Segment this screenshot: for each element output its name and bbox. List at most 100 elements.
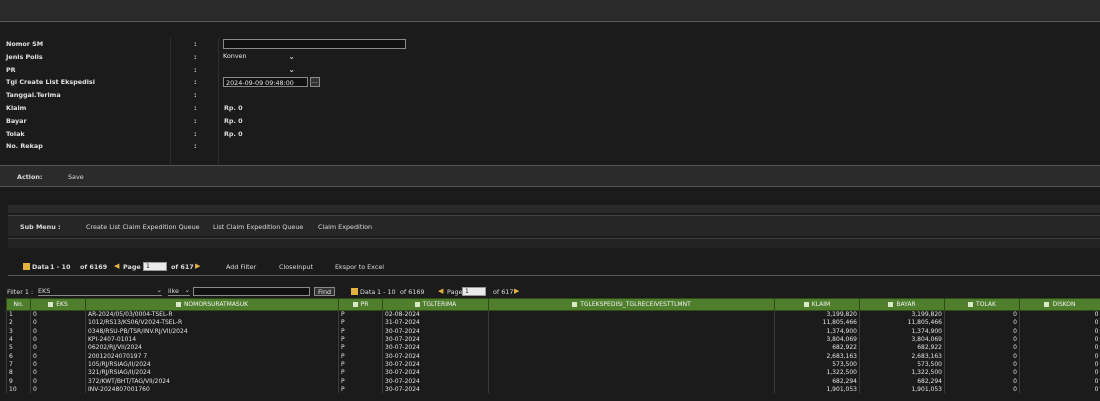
sort-icon	[803, 302, 809, 307]
filter-operator-value: like	[168, 287, 179, 295]
sort-icon	[1044, 302, 1050, 307]
table-cell: 11,805,466	[774, 318, 860, 328]
filter-row: Filter 1 : EKS ⌄ like ⌄ Find Data 1 - 10…	[0, 286, 1100, 298]
table-cell	[488, 376, 775, 386]
table-cell: 105/RJ/RSIAG/II/2024	[85, 360, 339, 369]
submenu-item-list-queue[interactable]: List Claim Expedition Queue	[213, 223, 303, 231]
tanggal-terima-label: Tanggal.Terima	[6, 91, 61, 100]
table-cell: 0	[944, 343, 1020, 352]
nomor-sm-input[interactable]	[223, 39, 406, 49]
filter-value-input[interactable]	[193, 287, 310, 296]
pr-select[interactable]: ⌄	[223, 65, 295, 75]
col-header[interactable]: BAYAR	[859, 298, 945, 311]
submenu-item-create-list[interactable]: Create List Claim Expedition Queue	[86, 223, 200, 231]
data-total: of 6169	[80, 263, 108, 271]
table-cell: 0	[30, 310, 86, 319]
col-header[interactable]: TGLEKSPEDISI_TGLRECEIVESTTLMNT	[488, 298, 775, 311]
table-cell: P	[338, 310, 383, 319]
table-cell: 0	[944, 327, 1020, 336]
filter-field-select[interactable]: EKS ⌄	[38, 286, 162, 296]
row-pr: PR : ⌄	[0, 64, 1100, 77]
filter-page-input[interactable]: 1	[462, 287, 486, 296]
table-cell: 0	[1019, 310, 1100, 319]
page-total: of 617	[171, 263, 194, 271]
tolak-label: Tolak	[6, 129, 25, 138]
table-row[interactable]: 3 0 0348/RSU-PB/TSR/INV.RJ/VII/2024 P 30-07-…	[6, 327, 1100, 336]
table-row[interactable]: 4 0 KPI-2407-01014 P 30-07-2024 3,804,069 3,80…	[6, 335, 1100, 344]
table-row[interactable]: 8 0 321/RJ/RSIAG/II/2024 P 30-07-2024 1,322,5…	[6, 368, 1100, 377]
table-row[interactable]: 6 0 20012024070197 7 P 30-07-2024 2,683,163 2,…	[6, 351, 1100, 361]
tgl-create-input[interactable]: 2024-09-09 09:48:00	[223, 77, 308, 88]
col-header[interactable]: TOLAK	[944, 298, 1020, 311]
table-row[interactable]: 5 0 06202/RJ/VII/2024 P 30-07-2024 682,922 682…	[6, 343, 1100, 352]
table-row[interactable]: 10 0 INV-2024807001760 P 30-07-2024 1,901,053…	[6, 385, 1100, 394]
table-cell: P	[338, 318, 383, 328]
sort-icon	[414, 302, 420, 307]
export-excel-button[interactable]: Ekspor to Excel	[335, 263, 384, 271]
table-cell: KPI-2407-01014	[85, 335, 339, 344]
tolak-value: Rp. 0	[224, 129, 243, 138]
table-body: 1 0 AR-2024/05/03/0004-TSEL-R P 02-08-2024 3,…	[6, 310, 1100, 394]
filter-page-label: Page	[447, 288, 463, 296]
col-header[interactable]: PR	[338, 298, 383, 311]
table-cell: 0	[944, 318, 1020, 328]
top-bar	[0, 0, 1100, 22]
table-cell: P	[338, 327, 383, 336]
section-bar	[8, 205, 1100, 213]
table-cell: 30-07-2024	[382, 335, 489, 344]
submenu-item-claim-expedition[interactable]: Claim Expedition	[318, 223, 372, 231]
table-cell: 0	[30, 318, 86, 328]
table-cell: 3	[6, 327, 31, 336]
table-cell: 31-07-2024	[382, 318, 489, 328]
filter-operator-select[interactable]: like ⌄	[168, 286, 190, 296]
table-row[interactable]: 7 0 105/RJ/RSIAG/II/2024 P 30-07-2024 573,500…	[6, 360, 1100, 369]
table-cell: 0	[1019, 327, 1100, 336]
table-cell: 0	[30, 360, 86, 369]
col-header[interactable]: KLAIM	[774, 298, 860, 311]
row-nomor-sm: Nomor SM :	[0, 38, 1100, 51]
date-picker-button[interactable]: ...	[310, 77, 320, 88]
col-header[interactable]: EKS	[30, 298, 86, 311]
next-page-icon[interactable]: ▶	[514, 287, 519, 295]
table-cell: 30-07-2024	[382, 385, 489, 394]
table-cell	[488, 351, 775, 361]
table-cell: 682,922	[774, 343, 860, 352]
table-row[interactable]: 9 0 372/KWT/BHT/TAG/VII/2024 P 30-07-2024 682…	[6, 376, 1100, 386]
save-button[interactable]: Save	[68, 173, 84, 181]
col-header[interactable]: DISKON	[1019, 298, 1100, 311]
add-filter-button[interactable]: Add Filter	[226, 263, 256, 271]
table-cell: P	[338, 343, 383, 352]
page-input[interactable]: 1	[143, 262, 167, 271]
sort-icon	[175, 302, 181, 307]
table-cell: 30-07-2024	[382, 327, 489, 336]
table-cell: 06202/RJ/VII/2024	[85, 343, 339, 352]
pr-label: PR	[6, 65, 16, 74]
no-rekap-label: No. Rekap	[6, 142, 43, 151]
table-cell: 30-07-2024	[382, 368, 489, 377]
close-input-button[interactable]: CloseInput	[279, 263, 313, 271]
col-header[interactable]: No.	[6, 298, 31, 311]
prev-page-icon[interactable]: ◀	[114, 262, 119, 270]
table-row[interactable]: 2 0 1012/RS13/KS06/V2024-TSEL-R P 31-07-2024…	[6, 318, 1100, 328]
table-cell: 11,805,466	[859, 318, 945, 328]
table-cell: 0	[944, 351, 1020, 361]
prev-page-icon[interactable]: ◀	[438, 287, 443, 295]
table-cell: 3,804,069	[774, 335, 860, 344]
next-page-icon[interactable]: ▶	[195, 262, 200, 270]
colon: :	[194, 52, 197, 61]
colon: :	[194, 40, 197, 48]
table-cell: 0348/RSU-PB/TSR/INV.RJ/VII/2024	[85, 327, 339, 336]
col-header[interactable]: NOMORSURATMASUK	[85, 298, 339, 311]
sort-icon	[888, 302, 894, 307]
table-cell: AR-2024/05/03/0004-TSEL-R	[85, 310, 339, 319]
nomor-sm-label: Nomor SM	[6, 40, 44, 48]
table-row[interactable]: 1 0 AR-2024/05/03/0004-TSEL-R P 02-08-2024 3,…	[6, 310, 1100, 319]
find-button[interactable]: Find	[314, 287, 335, 296]
table-cell: 0	[30, 385, 86, 394]
row-tanggal-terima: Tanggal.Terima :	[0, 89, 1100, 102]
table-cell	[488, 368, 775, 377]
col-header[interactable]: TGLTERIMA	[382, 298, 489, 311]
row-tolak: Tolak : Rp. 0	[0, 128, 1100, 141]
colon: :	[194, 142, 197, 151]
jenis-polis-select[interactable]: Konven ⌄	[223, 52, 295, 62]
